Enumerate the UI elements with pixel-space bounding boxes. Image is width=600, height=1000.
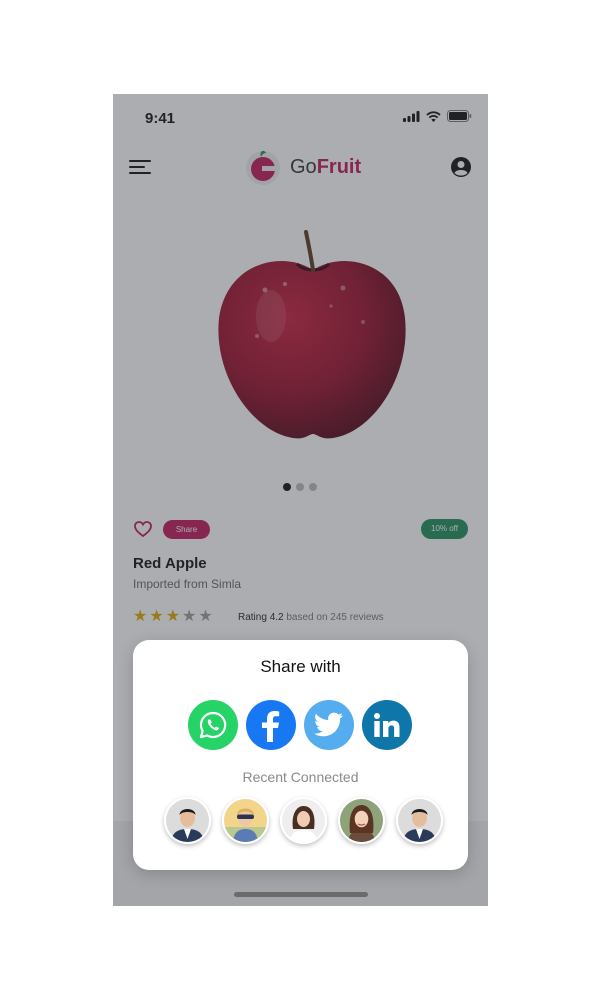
linkedin-icon [374,713,400,737]
contact-avatar[interactable] [280,797,327,844]
recent-connected-title: Recent Connected [242,769,359,785]
share-apps [188,700,412,750]
contact-avatar[interactable] [338,797,385,844]
twitter-button[interactable] [304,700,354,750]
linkedin-button[interactable] [362,700,412,750]
contact-avatar[interactable] [222,797,269,844]
contact-avatar[interactable] [164,797,211,844]
facebook-icon [262,711,280,742]
recent-contacts [164,797,443,844]
whatsapp-icon [199,711,227,739]
phone-screen: 9:41 GoFruit Share 10% off Red Apple Imp… [113,94,488,906]
whatsapp-button[interactable] [188,700,238,750]
home-indicator [234,892,368,897]
twitter-icon [314,712,343,737]
share-sheet: Share with Recent Connected [133,640,468,870]
contact-avatar[interactable] [396,797,443,844]
facebook-button[interactable] [246,700,296,750]
share-sheet-title: Share with [260,657,341,676]
